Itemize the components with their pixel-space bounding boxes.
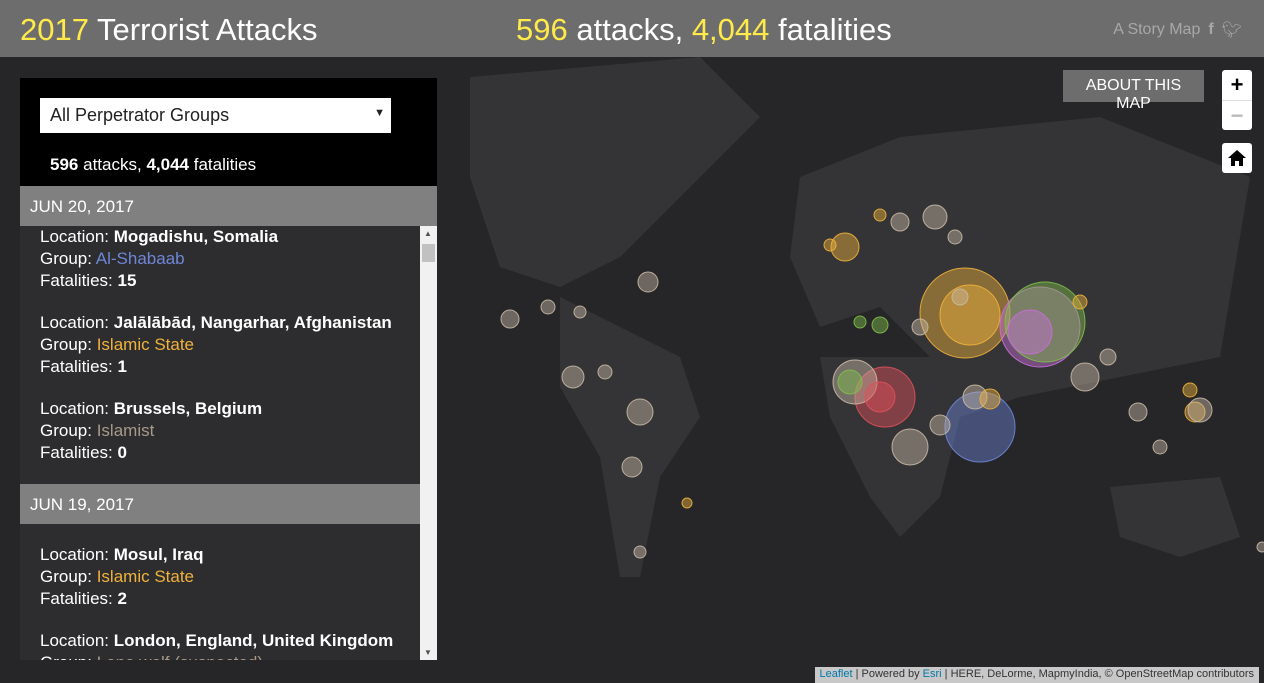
zoom-control: + − (1222, 70, 1252, 130)
scrollbar[interactable]: ▲ ▼ (420, 226, 437, 660)
story-map-links: A Story Map f 🐦︎ (1113, 20, 1242, 40)
list-item[interactable]: Location: Mosul, Iraq Group: Islamic Sta… (20, 544, 420, 610)
attack-list-panel: All Perpetrator Groups ▼ 596 attacks, 4,0… (20, 78, 437, 660)
scrollbar-thumb[interactable] (422, 244, 435, 262)
attack-marker[interactable] (947, 229, 963, 245)
facebook-icon[interactable]: f (1208, 21, 1213, 39)
attack-marker[interactable] (1152, 439, 1168, 455)
attack-marker[interactable] (633, 545, 647, 559)
panel-stats: 596 attacks, 4,044 fatalities (50, 155, 257, 174)
group-line: Group: Lone wolf (suspected) (40, 652, 400, 660)
panel-header: All Perpetrator Groups ▼ 596 attacks, 4,0… (20, 78, 437, 186)
attack-marker[interactable] (890, 212, 910, 232)
attack-marker[interactable] (837, 369, 863, 395)
attack-marker[interactable] (597, 364, 613, 380)
attack-marker[interactable] (1099, 348, 1117, 366)
attack-marker[interactable] (621, 456, 643, 478)
attack-marker[interactable] (626, 398, 654, 426)
attack-marker[interactable] (573, 305, 587, 319)
fatalities-line: Fatalities: 0 (40, 443, 127, 462)
fatalities-line: Fatalities: 15 (40, 271, 137, 290)
dropdown-arrow-icon: ▼ (374, 107, 385, 119)
header-stats: 596 attacks, 4,044 fatalities (516, 12, 892, 47)
app-title: 2017 Terrorist Attacks (20, 12, 318, 47)
attack-marker[interactable] (871, 316, 889, 334)
attack-marker[interactable] (561, 365, 585, 389)
header: 2017 Terrorist Attacks 596 attacks, 4,04… (0, 0, 1264, 57)
list-item[interactable]: Location: Mogadishu, Somalia Group: Al-S… (20, 226, 420, 292)
home-icon (1228, 150, 1246, 166)
attack-marker[interactable] (823, 238, 837, 252)
location-line: Location: Jalālābād, Nangarhar, Afghanis… (40, 313, 392, 332)
group-line: Group: Islamic State (40, 335, 195, 354)
attack-marker[interactable] (1256, 541, 1264, 553)
attack-marker[interactable] (853, 315, 867, 329)
location-line: Location: Mogadishu, Somalia (40, 227, 279, 246)
group-line: Group: Al-Shabaab (40, 249, 185, 268)
attack-marker[interactable] (951, 288, 969, 306)
location-line: Location: London, England, United Kingdo… (40, 631, 394, 650)
attack-marker[interactable] (500, 309, 520, 329)
attack-marker[interactable] (1187, 397, 1213, 423)
attack-marker[interactable] (939, 284, 1001, 346)
attack-list[interactable]: JUN 20, 2017 Location: Mogadishu, Somali… (20, 186, 437, 660)
home-button[interactable] (1222, 143, 1252, 173)
list-item[interactable]: Location: London, England, United Kingdo… (20, 630, 420, 660)
attack-marker[interactable] (873, 208, 887, 222)
attack-marker[interactable] (540, 299, 556, 315)
esri-link[interactable]: Esri (923, 668, 942, 680)
group-line: Group: Islamic State (40, 567, 195, 586)
map-attribution: Leaflet | Powered by Esri | HERE, DeLorm… (814, 667, 1259, 683)
attack-marker[interactable] (922, 204, 948, 230)
perpetrator-group-select[interactable]: All Perpetrator Groups ▼ (40, 98, 391, 133)
location-line: Location: Brussels, Belgium (40, 399, 263, 418)
attack-marker[interactable] (1072, 294, 1088, 310)
fatalities-line: Fatalities: 2 (40, 589, 127, 608)
attack-marker[interactable] (1007, 309, 1053, 355)
group-line: Group: Islamist (40, 421, 155, 440)
attack-marker[interactable] (1070, 362, 1100, 392)
zoom-out-button[interactable]: − (1222, 100, 1252, 130)
attack-marker[interactable] (891, 428, 929, 466)
attack-marker[interactable] (864, 381, 896, 413)
attack-marker[interactable] (637, 271, 659, 293)
attack-marker[interactable] (681, 497, 693, 509)
list-item[interactable]: Location: Brussels, Belgium Group: Islam… (20, 398, 420, 464)
attack-marker[interactable] (911, 318, 929, 336)
leaflet-link[interactable]: Leaflet (820, 668, 853, 680)
about-this-map-button[interactable]: ABOUT THIS MAP (1063, 70, 1204, 112)
fatalities-line: Fatalities: 1 (40, 357, 127, 376)
attack-marker[interactable] (929, 414, 951, 436)
twitter-icon[interactable]: 🐦︎ (1222, 20, 1242, 40)
attack-marker[interactable] (1182, 382, 1198, 398)
date-header: JUN 19, 2017 (20, 484, 437, 524)
story-map-link[interactable]: A Story Map (1113, 21, 1200, 39)
attack-marker[interactable] (979, 388, 1001, 410)
attack-marker[interactable] (1128, 402, 1148, 422)
date-header: JUN 20, 2017 (20, 186, 437, 226)
list-item[interactable]: Location: Jalālābād, Nangarhar, Afghanis… (20, 312, 420, 378)
location-line: Location: Mosul, Iraq (40, 545, 204, 564)
zoom-in-button[interactable]: + (1222, 70, 1252, 100)
